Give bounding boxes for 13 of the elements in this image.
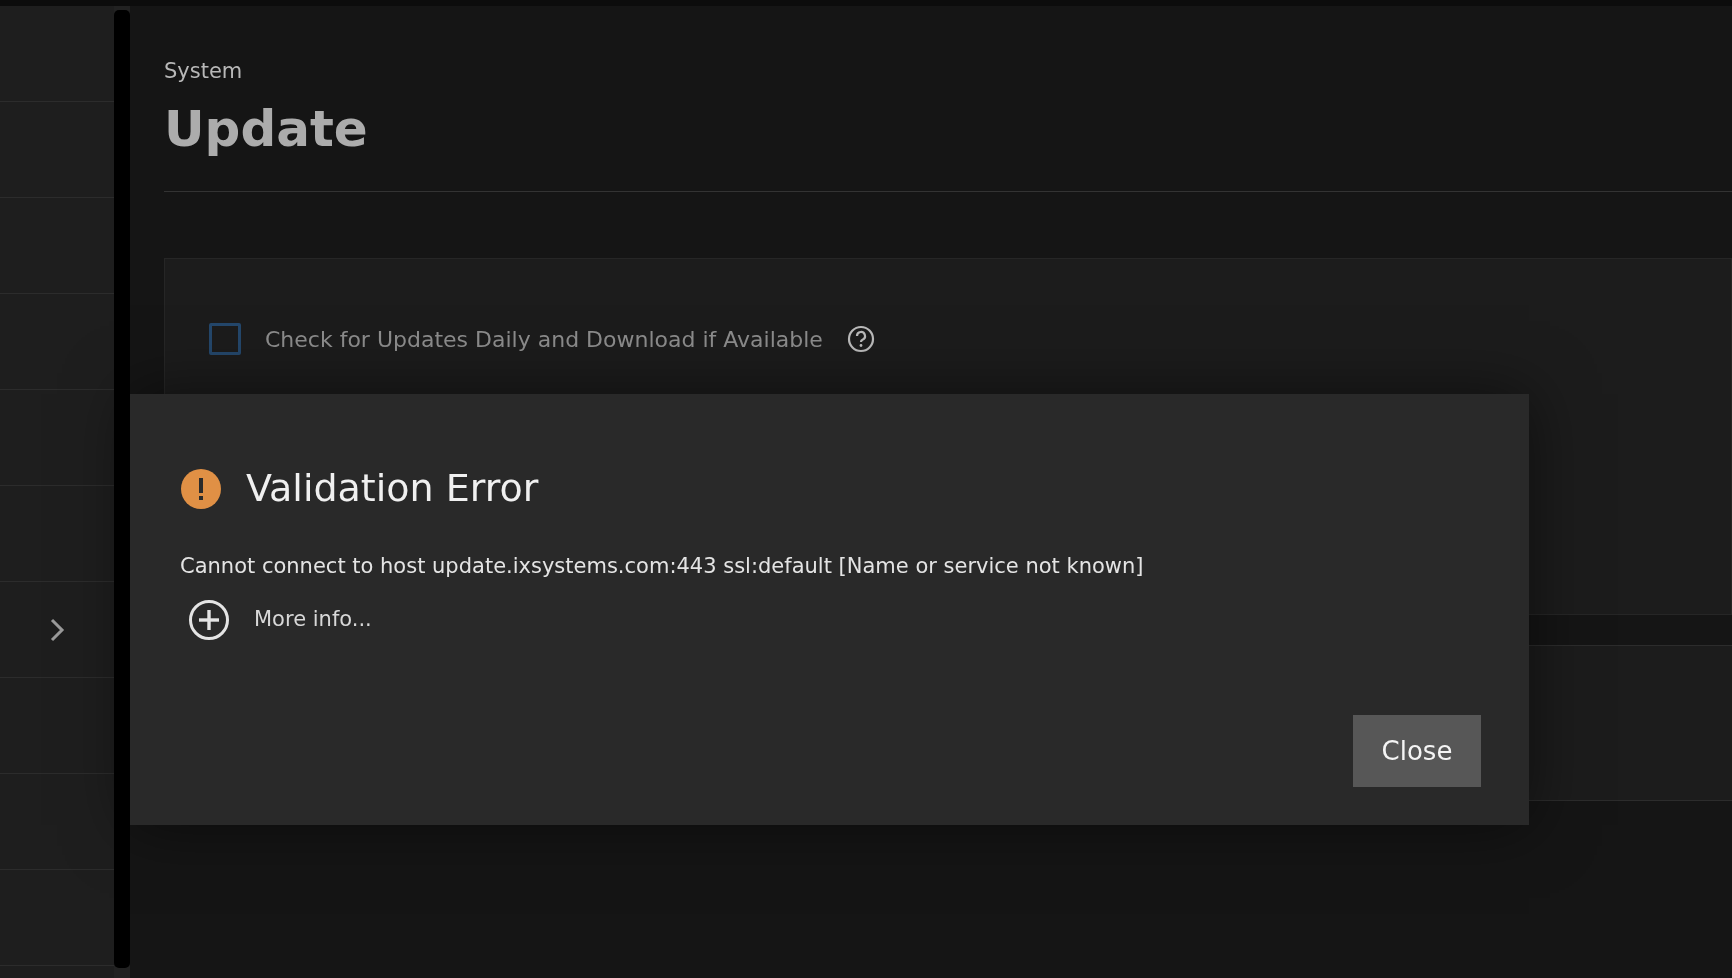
- close-button[interactable]: Close: [1353, 715, 1481, 787]
- help-icon[interactable]: [846, 325, 875, 353]
- checkbox-label: Check for Updates Daily and Download if Available: [265, 325, 823, 354]
- plus-circle-icon[interactable]: [188, 598, 230, 641]
- chevron-right-icon[interactable]: [49, 616, 65, 643]
- error-message: Cannot connect to host update.ixsystems.com:443 ssl:default [Name or service not known]: [180, 553, 1145, 580]
- scrollbar-thumb[interactable]: [114, 10, 130, 968]
- more-info-link[interactable]: More info...: [254, 603, 372, 636]
- warning-icon: [180, 467, 222, 510]
- breadcrumb: System: [164, 58, 244, 85]
- dialog-title: Validation Error: [246, 465, 539, 512]
- checkbox[interactable]: [209, 323, 241, 355]
- page-title: Update: [164, 98, 369, 160]
